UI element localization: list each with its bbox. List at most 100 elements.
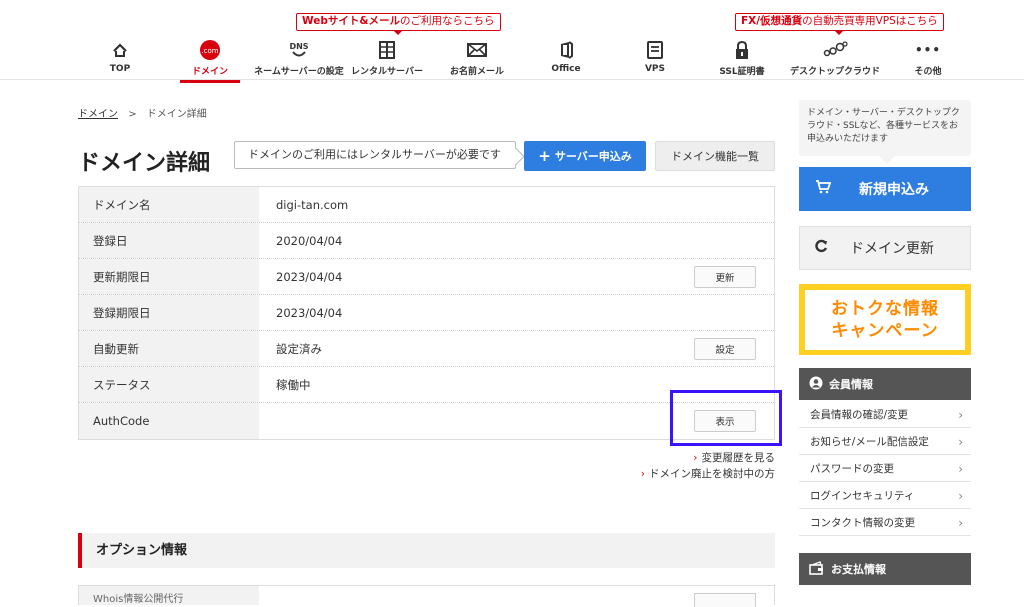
- promo-vps-banner[interactable]: FX/仮想通貨の自動売買専用VPSはこちら: [735, 13, 944, 35]
- domain-renew-button[interactable]: ドメイン更新: [799, 226, 971, 270]
- plus-icon: +: [538, 147, 551, 165]
- row-label: Whois情報公開代行: [79, 586, 259, 605]
- breadcrumb-separator: >: [128, 109, 137, 120]
- row-label: AuthCode: [79, 403, 259, 439]
- menu-notification-settings[interactable]: お知らせ/メール配信設定 ›: [799, 428, 971, 455]
- menu-item-label: お知らせ/メール配信設定: [810, 435, 929, 448]
- table-row: 更新期限日 2023/04/04 更新: [79, 259, 774, 295]
- menu-item-label: ログインセキュリティ: [810, 489, 915, 502]
- member-info-header: 会員情報: [799, 368, 971, 400]
- auto-renew-value: 設定済み: [276, 341, 322, 356]
- dns-icon-text: DNS: [289, 42, 308, 51]
- arrow-icon: ›: [640, 468, 645, 480]
- member-info-title: 会員情報: [829, 378, 873, 391]
- auto-renew-settings-button[interactable]: 設定: [694, 338, 756, 360]
- row-label: 更新期限日: [79, 259, 259, 294]
- nav-rental-server-label: レンタルサーバー: [351, 67, 423, 77]
- breadcrumb: ドメイン > ドメイン詳細: [78, 105, 207, 120]
- domain-features-button[interactable]: ドメイン機能一覧: [655, 141, 775, 171]
- domain-abolish-link[interactable]: › ドメイン廃止を検討中の方: [641, 466, 775, 482]
- table-row: Whois情報公開代行: [78, 585, 775, 607]
- registration-date-value: 2020/04/04: [276, 233, 343, 248]
- menu-member-info[interactable]: 会員情報の確認/変更 ›: [799, 401, 971, 428]
- chevron-right-icon: ›: [958, 435, 963, 449]
- office-icon: [521, 38, 611, 62]
- domain-renew-label: ドメイン更新: [850, 241, 934, 257]
- menu-password-change[interactable]: パスワードの変更 ›: [799, 455, 971, 482]
- campaign-inner: おトクな情報 キャンペーン: [805, 289, 965, 350]
- more-icon-glyph: •••: [914, 43, 941, 57]
- promo-vps-text: の自動売買専用VPSはこちら: [802, 15, 938, 27]
- nav-ssl[interactable]: SSL証明書: [697, 38, 787, 77]
- dns-icon: DNS: [254, 38, 344, 62]
- detail-links: › 変更履歴を見る › ドメイン廃止を検討中の方: [641, 450, 775, 482]
- nav-vps[interactable]: VPS: [610, 38, 700, 74]
- options-section-title: オプション情報: [78, 533, 775, 568]
- new-apply-button[interactable]: 新規申込み: [799, 167, 971, 211]
- mail-icon: [432, 38, 522, 62]
- page-title: ドメイン詳細: [78, 151, 211, 176]
- menu-item-label: コンタクト情報の変更: [810, 516, 915, 529]
- dotcom-icon-text: .com: [201, 47, 218, 55]
- nav-rental-server[interactable]: レンタルサーバー: [342, 38, 432, 77]
- server-apply-label: サーバー申込み: [554, 150, 632, 163]
- menu-login-security[interactable]: ログインセキュリティ ›: [799, 482, 971, 509]
- domain-abolish-label: ドメイン廃止を検討中の方: [649, 468, 775, 480]
- change-history-link[interactable]: › 変更履歴を見る: [641, 450, 775, 466]
- nav-other-label: その他: [914, 67, 942, 77]
- nav-nameserver-label: ネームサーバーの設定: [254, 67, 344, 77]
- arrow-icon: ›: [693, 452, 698, 464]
- cloud-icon: [790, 38, 880, 62]
- nav-office[interactable]: Office: [521, 38, 611, 74]
- authcode-highlight-box: [670, 390, 782, 446]
- nav-office-label: Office: [551, 64, 581, 74]
- nav-domain[interactable]: .com ドメイン: [165, 38, 255, 83]
- promo-web-banner[interactable]: Webサイト&メールのご利用ならこちら: [296, 13, 501, 35]
- row-label: 登録日: [79, 223, 259, 258]
- nav-desktop-cloud-label: デスクトップクラウド: [790, 67, 881, 77]
- option-action-button[interactable]: [694, 593, 756, 607]
- nav-top-label: TOP: [109, 64, 131, 74]
- nav-mail[interactable]: お名前メール: [432, 38, 522, 77]
- breadcrumb-domain-link[interactable]: ドメイン: [78, 109, 118, 120]
- row-label: ドメイン名: [79, 187, 259, 222]
- nav-desktop-cloud[interactable]: デスクトップクラウド: [790, 38, 880, 77]
- dotcom-icon: .com: [165, 38, 255, 62]
- nav-top[interactable]: TOP: [75, 38, 165, 74]
- nav-other[interactable]: ••• その他: [883, 38, 973, 77]
- menu-contact-change[interactable]: コンタクト情報の変更 ›: [799, 509, 971, 536]
- payment-info-header: お支払情報: [799, 553, 971, 585]
- renew-button[interactable]: 更新: [694, 266, 756, 288]
- lock-icon: [697, 38, 787, 62]
- home-icon: [75, 38, 165, 62]
- table-row: ドメイン名 digi-tan.com: [79, 187, 774, 223]
- server-required-notice: ドメインのご利用にはレンタルサーバーが必要です: [234, 141, 516, 169]
- nav-vps-label: VPS: [644, 64, 666, 74]
- refresh-icon: [814, 239, 828, 257]
- new-apply-label: 新規申込み: [859, 182, 929, 198]
- services-bubble: ドメイン・サーバー・デスクトップクラウド・SSLなど、各種サービスをお申込みいた…: [799, 100, 971, 164]
- payment-info-title: お支払情報: [831, 563, 886, 576]
- campaign-line1: おトクな情報: [831, 298, 939, 319]
- cart-icon: [815, 180, 832, 198]
- campaign-banner[interactable]: おトクな情報 キャンペーン: [799, 284, 971, 355]
- server-icon: [342, 38, 432, 62]
- table-row: 登録期限日 2023/04/04: [79, 295, 774, 331]
- wallet-icon: [809, 560, 825, 578]
- campaign-line2: キャンペーン: [831, 320, 939, 341]
- domain-name-value: digi-tan.com: [276, 197, 349, 212]
- menu-item-label: パスワードの変更: [810, 462, 894, 475]
- nav-ssl-label: SSL証明書: [719, 67, 765, 77]
- status-value: 稼働中: [276, 377, 311, 392]
- chevron-right-icon: ›: [958, 462, 963, 476]
- menu-item-label: 会員情報の確認/変更: [810, 408, 909, 421]
- sidebar: ドメイン・サーバー・デスクトップクラウド・SSLなど、各種サービスをお申込みいた…: [799, 100, 971, 585]
- chevron-right-icon: ›: [958, 408, 963, 422]
- table-row: 自動更新 設定済み 設定: [79, 331, 774, 367]
- breadcrumb-current: ドメイン詳細: [146, 109, 207, 120]
- registration-expiry-value: 2023/04/04: [276, 305, 343, 320]
- renewal-deadline-value: 2023/04/04: [276, 269, 343, 284]
- chevron-right-icon: ›: [958, 489, 963, 503]
- nav-nameserver[interactable]: DNS ネームサーバーの設定: [254, 38, 344, 77]
- server-apply-button[interactable]: + サーバー申込み: [524, 141, 646, 171]
